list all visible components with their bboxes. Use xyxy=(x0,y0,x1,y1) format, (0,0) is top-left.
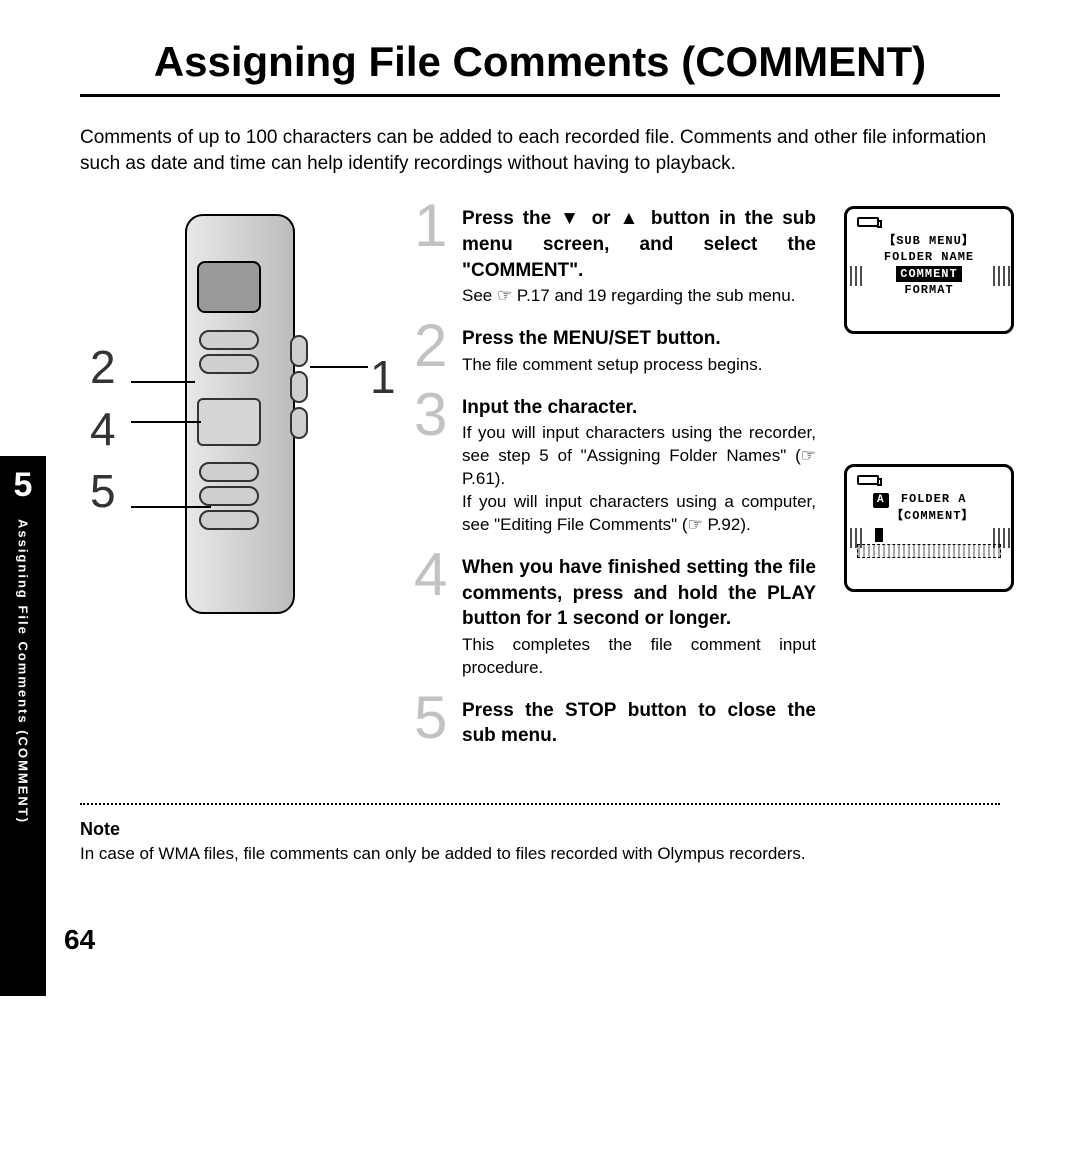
callout-2: 2 xyxy=(90,336,116,398)
chapter-number: 5 xyxy=(14,466,33,505)
lcd-line-folder: FOLDER NAME xyxy=(857,249,1001,265)
step-title: When you have finished setting the file … xyxy=(462,555,816,632)
step-number: 3 xyxy=(414,385,447,445)
step-number: 4 xyxy=(414,545,447,605)
page-title: Assigning File Comments (COMMENT) xyxy=(60,38,1020,86)
callout-5: 5 xyxy=(90,460,116,522)
note-heading: Note xyxy=(80,819,1000,840)
step-body: If you will input characters using the r… xyxy=(462,422,816,537)
battery-icon xyxy=(857,475,879,485)
battery-icon xyxy=(857,217,879,227)
manual-page: Assigning File Comments (COMMENT) Commen… xyxy=(0,0,1080,996)
folder-icon: A xyxy=(873,493,889,508)
step-number: 2 xyxy=(414,316,447,376)
title-rule xyxy=(80,94,1000,97)
note-body: In case of WMA files, file comments can … xyxy=(80,844,1000,864)
step-body: See ☞ P.17 and 19 regarding the sub menu… xyxy=(462,285,816,308)
callout-1: 1 xyxy=(370,346,396,408)
lcd-comment-line: 【COMMENT】 xyxy=(857,508,1001,524)
step-5: 5 Press the STOP button to close the sub… xyxy=(420,698,816,749)
up-triangle-icon: ▲ xyxy=(620,208,642,229)
step-title: Press the ▼ or ▲ button in the sub menu … xyxy=(462,206,816,283)
chapter-label: Assigning File Comments (COMMENT) xyxy=(16,519,31,824)
lcd-heading: 【SUB MENU】 xyxy=(857,233,1001,249)
text-cursor xyxy=(875,528,883,542)
step-title: Input the character. xyxy=(462,395,816,421)
step-number: 5 xyxy=(414,688,447,748)
step-number: 1 xyxy=(414,196,447,256)
step-2: 2 Press the MENU/SET button. The file co… xyxy=(420,326,816,377)
callouts-right: 1 xyxy=(370,346,396,408)
down-triangle-icon: ▼ xyxy=(560,208,582,229)
device-illustration xyxy=(135,206,345,656)
step-title: Press the STOP button to close the sub m… xyxy=(462,698,816,749)
step-4: 4 When you have finished setting the fil… xyxy=(420,555,816,680)
lcd-folder-line: FOLDER A xyxy=(901,492,967,506)
callout-4: 4 xyxy=(90,398,116,460)
chapter-tab: 5 Assigning File Comments (COMMENT) xyxy=(0,456,46,996)
page-number: 64 xyxy=(64,924,1020,956)
intro-text: Comments of up to 100 characters can be … xyxy=(80,125,1000,176)
dotted-separator xyxy=(80,803,1000,805)
screens-column: 【SUB MENU】 FOLDER NAME COMMENT FORMAT A … xyxy=(844,206,1020,722)
lcd-line-format: FORMAT xyxy=(857,282,1001,298)
step-body: The file comment setup process begins. xyxy=(462,354,816,377)
steps-column: 1 Press the ▼ or ▲ button in the sub men… xyxy=(390,206,826,767)
step-1: 1 Press the ▼ or ▲ button in the sub men… xyxy=(420,206,816,308)
lcd-input-bar xyxy=(857,544,1001,558)
step-3: 3 Input the character. If you will input… xyxy=(420,395,816,537)
step-body: This completes the file comment input pr… xyxy=(462,634,816,680)
lcd-highlight-comment: COMMENT xyxy=(896,266,961,282)
lcd-submenu: 【SUB MENU】 FOLDER NAME COMMENT FORMAT xyxy=(844,206,1014,334)
lcd-comment-entry: A FOLDER A 【COMMENT】 xyxy=(844,464,1014,592)
callouts-left: 2 4 5 xyxy=(90,336,116,522)
step-title: Press the MENU/SET button. xyxy=(462,326,816,352)
main-area: 5 Assigning File Comments (COMMENT) xyxy=(60,206,1020,767)
